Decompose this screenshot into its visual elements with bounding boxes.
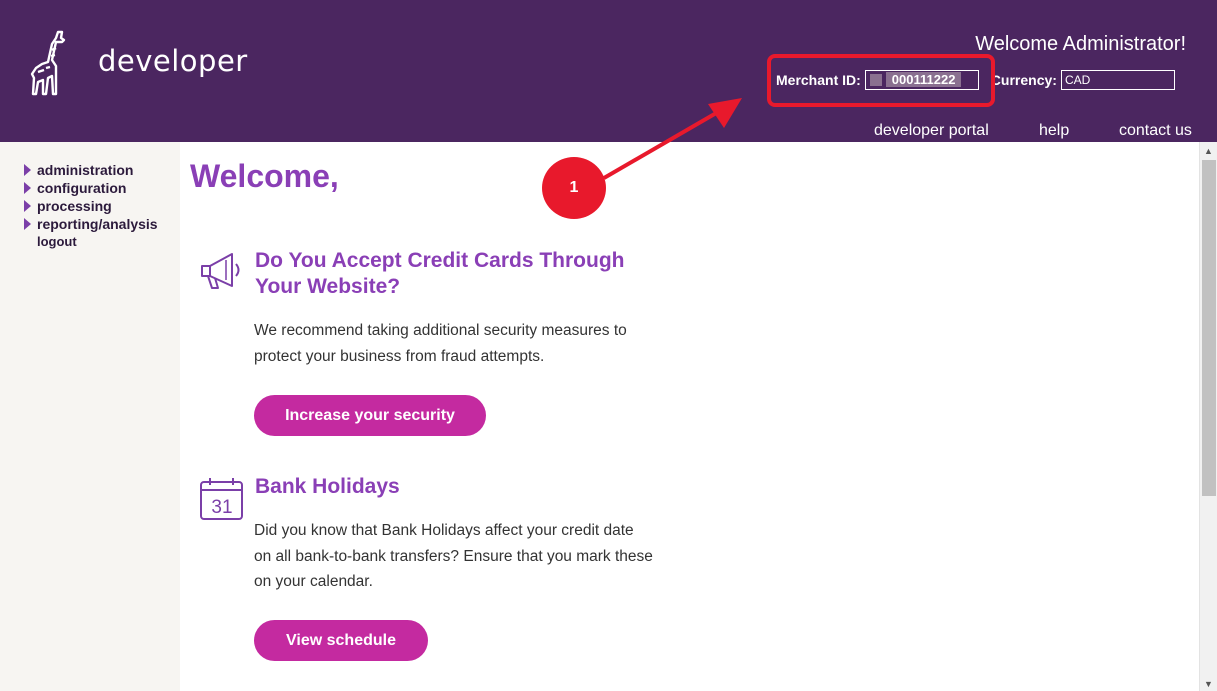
megaphone-icon	[201, 253, 240, 289]
card-title-credit-cards: Do You Accept Credit Cards Through Your …	[255, 249, 625, 298]
view-schedule-button[interactable]: View schedule	[254, 620, 428, 661]
scrollbar-thumb[interactable]	[1202, 160, 1216, 496]
card-text-bank-holidays: Did you know that Bank Holidays affect y…	[254, 522, 653, 590]
calendar-day-number: 31	[211, 497, 232, 518]
scroll-down-arrow-icon[interactable]: ▼	[1204, 679, 1213, 689]
currency-label: Currency:	[990, 71, 1057, 88]
sidebar-item-label: processing	[37, 198, 112, 214]
currency-field[interactable]: CAD	[1060, 69, 1175, 90]
triangle-right-icon	[24, 200, 31, 212]
developer-logo[interactable]: developer	[28, 30, 247, 100]
sidebar-item-logout[interactable]: logout	[37, 234, 77, 249]
scroll-up-arrow-icon[interactable]: ▲	[1204, 146, 1213, 156]
sidebar: administration configuration processing …	[0, 142, 180, 691]
sidebar-item-label: administration	[37, 162, 134, 178]
annotation-arrow	[602, 98, 742, 180]
sidebar-item-configuration[interactable]: configuration	[24, 180, 126, 196]
triangle-right-icon	[24, 182, 31, 194]
card-text-credit-cards: We recommend taking additional security …	[254, 322, 627, 365]
increase-security-button[interactable]: Increase your security	[254, 395, 486, 436]
sidebar-item-administration[interactable]: administration	[24, 162, 133, 178]
nav-contact-us[interactable]: contact us	[1119, 122, 1192, 142]
vertical-scrollbar[interactable]: ▲ ▼	[1199, 142, 1217, 691]
triangle-right-icon	[24, 164, 31, 176]
annotation-highlight-box	[767, 54, 995, 107]
sidebar-item-label: configuration	[37, 180, 127, 196]
triangle-right-icon	[24, 218, 31, 230]
giraffe-icon	[30, 30, 66, 96]
page-title: Welcome,	[190, 158, 339, 194]
sidebar-item-reporting-analysis[interactable]: reporting/analysis	[24, 216, 158, 232]
sidebar-item-processing[interactable]: processing	[24, 198, 112, 214]
card-title-bank-holidays: Bank Holidays	[255, 475, 400, 498]
sidebar-item-label: reporting/analysis	[37, 216, 158, 232]
nav-help[interactable]: help	[1039, 122, 1069, 142]
brand-name: developer	[98, 44, 248, 78]
welcome-admin-text: Welcome Administrator!	[975, 33, 1186, 55]
calendar-icon: 31	[200, 478, 243, 520]
nav-developer-portal[interactable]: developer portal	[874, 122, 989, 142]
annotation-number-badge: 1	[542, 157, 606, 219]
currency-value: CAD	[1064, 72, 1091, 87]
